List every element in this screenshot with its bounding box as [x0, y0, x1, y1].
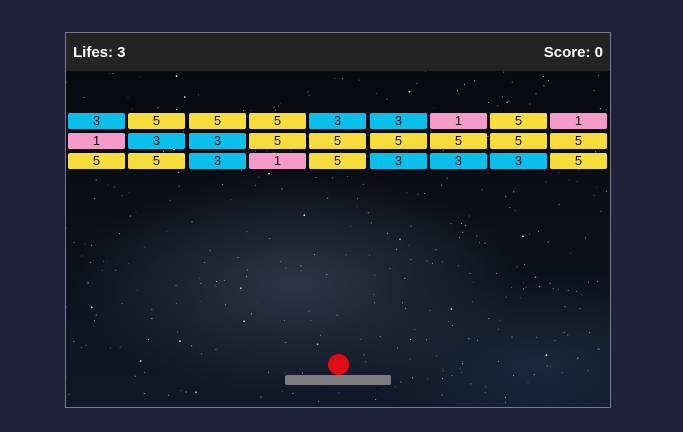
brick: 5 — [490, 133, 547, 149]
brick: 5 — [550, 153, 607, 169]
brick: 3 — [309, 113, 366, 129]
brick: 5 — [249, 133, 306, 149]
brick: 3 — [490, 153, 547, 169]
brick: 1 — [550, 113, 607, 129]
brick: 3 — [189, 153, 246, 169]
brick: 5 — [189, 113, 246, 129]
starfield-background — [66, 33, 610, 407]
brick: 3 — [128, 133, 185, 149]
brick: 5 — [550, 133, 607, 149]
brick: 5 — [309, 153, 366, 169]
brick: 3 — [370, 113, 427, 129]
brick: 5 — [490, 113, 547, 129]
brick: 5 — [249, 113, 306, 129]
brick: 5 — [370, 133, 427, 149]
paddle[interactable] — [285, 375, 391, 385]
lives-counter: Lifes: 3 — [73, 44, 126, 61]
brick: 3 — [430, 153, 487, 169]
brick: 5 — [430, 133, 487, 149]
game-canvas[interactable]: Lifes: 3 Score: 0 3555331511335555555531… — [65, 32, 611, 408]
brick: 3 — [370, 153, 427, 169]
ball — [328, 354, 349, 375]
brick: 5 — [128, 113, 185, 129]
score-counter: Score: 0 — [543, 44, 603, 61]
brick: 3 — [189, 133, 246, 149]
brick: 1 — [249, 153, 306, 169]
brick: 5 — [309, 133, 366, 149]
brick: 5 — [128, 153, 185, 169]
hud-bar: Lifes: 3 Score: 0 — [66, 33, 610, 71]
brick: 1 — [430, 113, 487, 129]
brick: 5 — [68, 153, 125, 169]
brick: 3 — [68, 113, 125, 129]
brick: 1 — [68, 133, 125, 149]
